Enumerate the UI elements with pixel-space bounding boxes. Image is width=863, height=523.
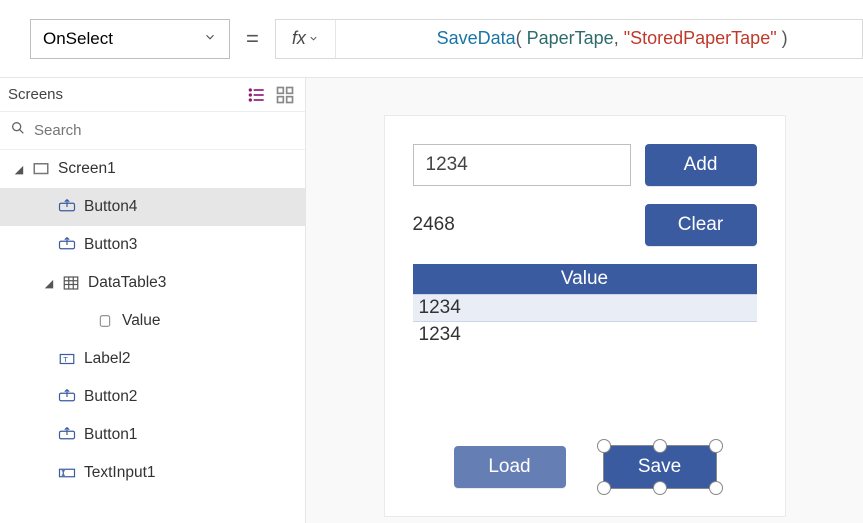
screen-icon [32, 160, 50, 178]
tree-item-screen1[interactable]: ◢ Screen1 [0, 150, 305, 188]
resize-handle[interactable] [653, 481, 667, 495]
add-button[interactable]: Add [645, 144, 757, 186]
clear-button[interactable]: Clear [645, 204, 757, 246]
tree-item-datatable3[interactable]: ◢ DataTable3 [0, 264, 305, 302]
button-icon [58, 236, 76, 254]
tree-item-button3[interactable]: Button3 [0, 226, 305, 264]
resize-handle[interactable] [709, 481, 723, 495]
table-row[interactable]: 1234 [413, 294, 757, 322]
datatable-icon [62, 274, 80, 292]
button-icon [58, 426, 76, 444]
fx-icon[interactable]: fx [276, 20, 336, 58]
label-icon: T [58, 350, 76, 368]
tree-search-row [0, 112, 305, 150]
table-header[interactable]: Value [413, 264, 757, 294]
result-label: 2468 [413, 214, 631, 236]
button-icon [58, 198, 76, 216]
text-input[interactable]: 1234 [413, 144, 631, 186]
tree-list-icon[interactable] [247, 85, 267, 105]
load-button[interactable]: Load [454, 446, 566, 488]
tree-panel: Screens ◢ [0, 78, 306, 523]
equals-sign: = [246, 26, 259, 52]
resize-handle[interactable] [653, 439, 667, 453]
app-frame[interactable]: 1234 Add 2468 Clear Value 123 [385, 116, 785, 516]
svg-text:T: T [63, 355, 68, 364]
save-button-selection[interactable]: Save [604, 446, 716, 488]
tree-item-textinput1[interactable]: TextInput1 [0, 454, 305, 492]
tree-view: ◢ Screen1 Button4 Button3 [0, 150, 305, 523]
formula-text[interactable]: SaveData( PaperTape, "StoredPaperTape" ) [336, 7, 862, 70]
resize-handle[interactable] [597, 439, 611, 453]
button-icon [58, 388, 76, 406]
tree-item-label2[interactable]: T Label2 [0, 340, 305, 378]
property-selector[interactable]: OnSelect [30, 19, 230, 59]
property-name: OnSelect [43, 29, 113, 49]
canvas-area[interactable]: 1234 Add 2468 Clear Value 123 [306, 78, 863, 523]
tree-item-button1[interactable]: Button1 [0, 416, 305, 454]
chevron-down-icon: ◢ [14, 163, 24, 176]
chevron-down-icon: ◢ [44, 277, 54, 290]
column-icon [96, 312, 114, 330]
tree-title: Screens [8, 86, 63, 103]
search-icon [10, 120, 26, 141]
data-table[interactable]: Value 1234 1234 [413, 264, 757, 348]
resize-handle[interactable] [597, 481, 611, 495]
tree-item-button2[interactable]: Button2 [0, 378, 305, 416]
textinput-icon [58, 464, 76, 482]
search-input[interactable] [34, 122, 295, 139]
chevron-down-icon [203, 29, 217, 49]
formula-bar[interactable]: fx SaveData( PaperTape, "StoredPaperTape… [275, 19, 863, 59]
table-row[interactable]: 1234 [413, 322, 757, 348]
tree-thumbnail-icon[interactable] [275, 85, 295, 105]
resize-handle[interactable] [709, 439, 723, 453]
tree-item-button4[interactable]: Button4 [0, 188, 305, 226]
tree-item-value-column[interactable]: Value [0, 302, 305, 340]
